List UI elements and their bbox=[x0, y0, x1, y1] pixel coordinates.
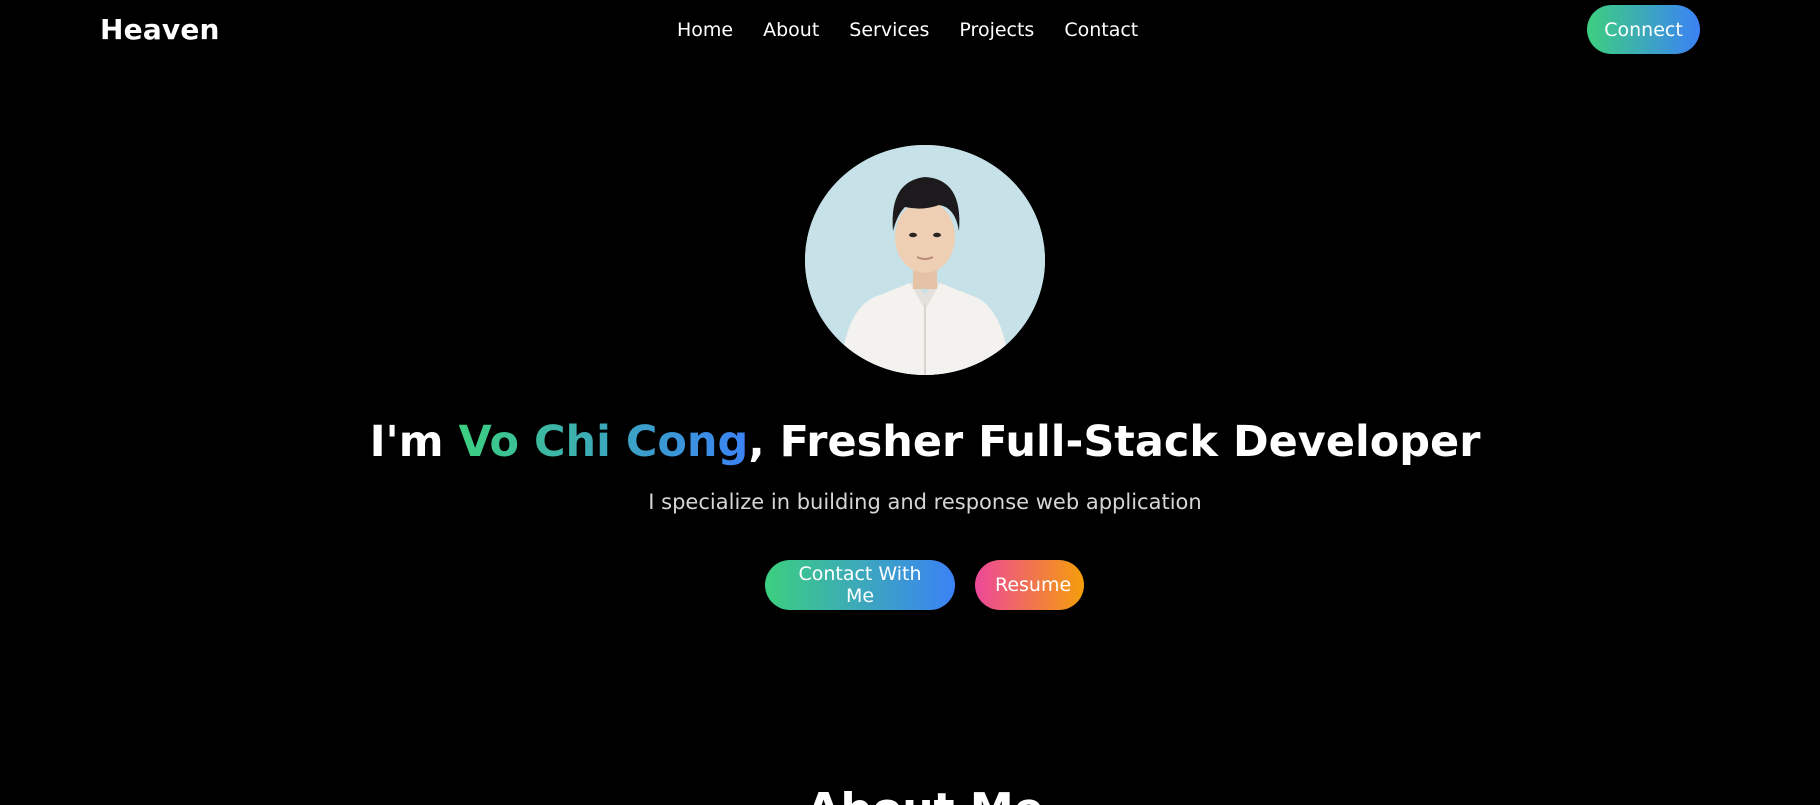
nav-links: Home About Services Projects Contact bbox=[677, 19, 1138, 41]
portfolio-page: Heaven Home About Services Projects Cont… bbox=[0, 0, 1820, 805]
navbar: Heaven Home About Services Projects Cont… bbox=[0, 0, 1820, 62]
hero-title: I'm Vo Chi Cong, Fresher Full-Stack Deve… bbox=[0, 417, 1820, 467]
about-section-heading: About Me bbox=[0, 784, 1820, 805]
nav-link-home[interactable]: Home bbox=[677, 19, 733, 41]
hero-title-prefix: I'm bbox=[369, 417, 459, 467]
nav-link-services[interactable]: Services bbox=[849, 19, 929, 41]
hero-title-suffix: , Fresher Full-Stack Developer bbox=[748, 417, 1481, 467]
contact-with-me-button[interactable]: Contact With Me bbox=[765, 560, 955, 610]
resume-button[interactable]: Resume bbox=[975, 560, 1084, 610]
nav-link-contact[interactable]: Contact bbox=[1064, 19, 1138, 41]
profile-photo bbox=[805, 145, 1045, 375]
hero-actions: Contact With Me Resume bbox=[765, 560, 1084, 610]
hero-subtitle: I specialize in building and response we… bbox=[648, 490, 1202, 514]
nav-link-about[interactable]: About bbox=[763, 19, 819, 41]
connect-button[interactable]: Connect bbox=[1587, 5, 1700, 54]
profile-avatar bbox=[805, 145, 1045, 375]
brand-logo[interactable]: Heaven bbox=[100, 13, 220, 46]
hero-name: Vo Chi Cong bbox=[458, 417, 749, 467]
nav-link-projects[interactable]: Projects bbox=[959, 19, 1034, 41]
